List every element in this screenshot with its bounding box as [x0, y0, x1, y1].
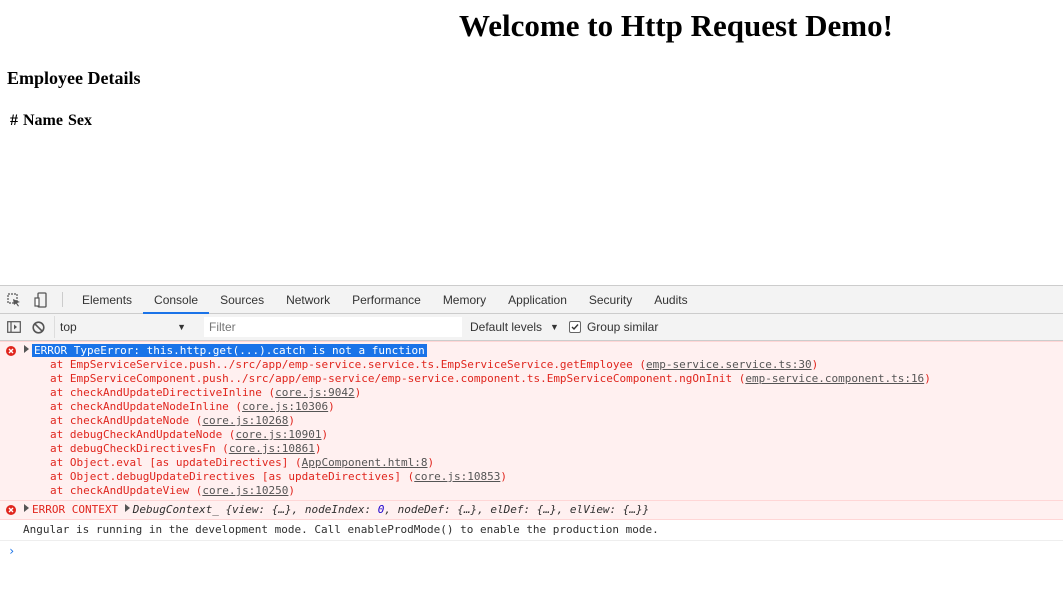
- stack-frame-suffix: ): [314, 442, 322, 455]
- tab-elements[interactable]: Elements: [71, 286, 143, 313]
- stack-frame: at checkAndUpdateNodeInline (core.js:103…: [0, 400, 1063, 414]
- tabbar-divider: [62, 292, 63, 307]
- source-link[interactable]: core.js:10306: [242, 400, 328, 413]
- source-link[interactable]: core.js:10853: [414, 470, 500, 483]
- error-text: ERROR TypeError: this.http.get(...).catc…: [32, 344, 427, 357]
- error-context-label: ERROR CONTEXT: [32, 503, 119, 516]
- stack-frame-text: at checkAndUpdateNodeInline (: [50, 400, 243, 413]
- group-similar-toggle[interactable]: Group similar: [568, 320, 659, 334]
- stack-frame: at Object.debugUpdateDirectives [as upda…: [0, 470, 1063, 484]
- stack-frame-text: at checkAndUpdateNode (: [50, 414, 203, 427]
- context-selector[interactable]: top ▼: [54, 316, 192, 338]
- expand-triangle-icon[interactable]: [124, 504, 130, 512]
- source-link[interactable]: core.js:9042: [275, 386, 354, 399]
- log-levels-label: Default levels: [470, 320, 543, 334]
- tab-sources[interactable]: Sources: [209, 286, 275, 313]
- stack-frame-suffix: ): [500, 470, 507, 483]
- stack-frame-text: at EmpServiceComponent.push../src/app/em…: [50, 372, 746, 385]
- stack-frame: at checkAndUpdateDirectiveInline (core.j…: [0, 386, 1063, 400]
- stack-frame-suffix: ): [354, 386, 362, 399]
- devtools-panel: Elements Console Sources Network Perform…: [0, 285, 1063, 593]
- clear-console-icon[interactable]: [26, 314, 50, 340]
- console-info-message: Angular is running in the development mo…: [0, 520, 1063, 541]
- column-header-name: Name: [23, 112, 63, 129]
- source-link[interactable]: emp-service.component.ts:16: [745, 372, 924, 385]
- stack-frame: at checkAndUpdateNode (core.js:10268): [0, 414, 1063, 428]
- error-icon: [6, 346, 16, 356]
- tab-console[interactable]: Console: [143, 286, 210, 314]
- stack-frame-suffix: ): [288, 414, 296, 427]
- stack-frame-text: at checkAndUpdateDirectiveInline (: [50, 386, 276, 399]
- devtools-tabbar: Elements Console Sources Network Perform…: [0, 286, 1063, 314]
- source-link[interactable]: core.js:10901: [235, 428, 321, 441]
- stack-trace: at EmpServiceService.push../src/app/emp-…: [0, 358, 1063, 498]
- source-link[interactable]: AppComponent.html:8: [302, 456, 428, 469]
- stack-frame: at debugCheckDirectivesFn (core.js:10861…: [0, 442, 1063, 456]
- stack-frame-suffix: ): [811, 358, 819, 371]
- stack-frame-suffix: ): [288, 484, 296, 497]
- stack-frame-suffix: ): [321, 428, 329, 441]
- filter-input[interactable]: [204, 317, 462, 337]
- inspect-element-icon[interactable]: [0, 286, 27, 313]
- column-header-sex: Sex: [67, 112, 92, 129]
- context-object-close: , nodeDef: {…}, elDef: {…}, elView: {…}}: [384, 503, 650, 516]
- source-link[interactable]: core.js:10268: [202, 414, 288, 427]
- dropdown-arrow-icon: ▼: [177, 322, 186, 332]
- console-toolbar: top ▼ Default levels ▼ Group similar: [0, 314, 1063, 341]
- context-type[interactable]: DebugContext_: [133, 503, 219, 516]
- show-sidebar-icon[interactable]: [2, 314, 26, 340]
- stack-frame: at debugCheckAndUpdateNode (core.js:1090…: [0, 428, 1063, 442]
- tab-performance[interactable]: Performance: [341, 286, 432, 313]
- source-link[interactable]: core.js:10861: [229, 442, 315, 455]
- expand-triangle-icon[interactable]: [24, 345, 29, 353]
- group-similar-label: Group similar: [586, 320, 659, 334]
- checkbox-checked-icon[interactable]: [568, 321, 581, 333]
- context-selector-value: top: [60, 320, 77, 334]
- stack-frame-text: at Object.debugUpdateDirectives [as upda…: [50, 470, 415, 483]
- source-link[interactable]: core.js:10250: [202, 484, 288, 497]
- tab-audits[interactable]: Audits: [643, 286, 698, 313]
- stack-frame-text: at checkAndUpdateView (: [50, 484, 203, 497]
- stack-frame-suffix: ): [328, 400, 335, 413]
- column-header-index: #: [10, 112, 18, 129]
- stack-frame: at EmpServiceService.push../src/app/emp-…: [0, 358, 1063, 372]
- stack-frame-suffix: ): [924, 372, 931, 385]
- stack-frame-text: at debugCheckDirectivesFn (: [50, 442, 229, 455]
- stack-frame-text: at EmpServiceService.push../src/app/emp-…: [50, 358, 647, 371]
- stack-frame: at checkAndUpdateView (core.js:10250): [0, 484, 1063, 498]
- source-link[interactable]: emp-service.service.ts:30: [646, 358, 812, 371]
- context-object-open: {view: {…}, nodeIndex:: [225, 503, 378, 516]
- tab-network[interactable]: Network: [275, 286, 341, 313]
- stack-frame-suffix: ): [427, 456, 435, 469]
- section-title: Employee Details: [7, 68, 141, 88]
- tab-memory[interactable]: Memory: [432, 286, 497, 313]
- console-output: ERROR TypeError: this.http.get(...).catc…: [0, 341, 1063, 558]
- tab-security[interactable]: Security: [578, 286, 643, 313]
- error-icon: [6, 505, 16, 515]
- page-content: Welcome to Http Request Demo! Employee D…: [0, 0, 1063, 285]
- dropdown-arrow-icon: ▼: [550, 322, 559, 332]
- console-prompt-icon[interactable]: ›: [0, 541, 1063, 558]
- page-title: Welcome to Http Request Demo!: [459, 8, 893, 43]
- console-error-message: ERROR TypeError: this.http.get(...).catc…: [0, 341, 1063, 501]
- expand-triangle-icon[interactable]: [24, 504, 29, 512]
- device-toolbar-icon[interactable]: [27, 286, 54, 313]
- tab-application[interactable]: Application: [497, 286, 578, 313]
- stack-frame: at Object.eval [as updateDirectives] (Ap…: [0, 456, 1063, 470]
- stack-frame-text: at debugCheckAndUpdateNode (: [50, 428, 236, 441]
- stack-frame-text: at Object.eval [as updateDirectives] (: [50, 456, 302, 469]
- log-levels-dropdown[interactable]: Default levels ▼: [470, 320, 559, 334]
- console-error-context: ERROR CONTEXT DebugContext_ {view: {…}, …: [0, 501, 1063, 520]
- stack-frame: at EmpServiceComponent.push../src/app/em…: [0, 372, 1063, 386]
- employee-table-header: # Name Sex: [10, 112, 92, 130]
